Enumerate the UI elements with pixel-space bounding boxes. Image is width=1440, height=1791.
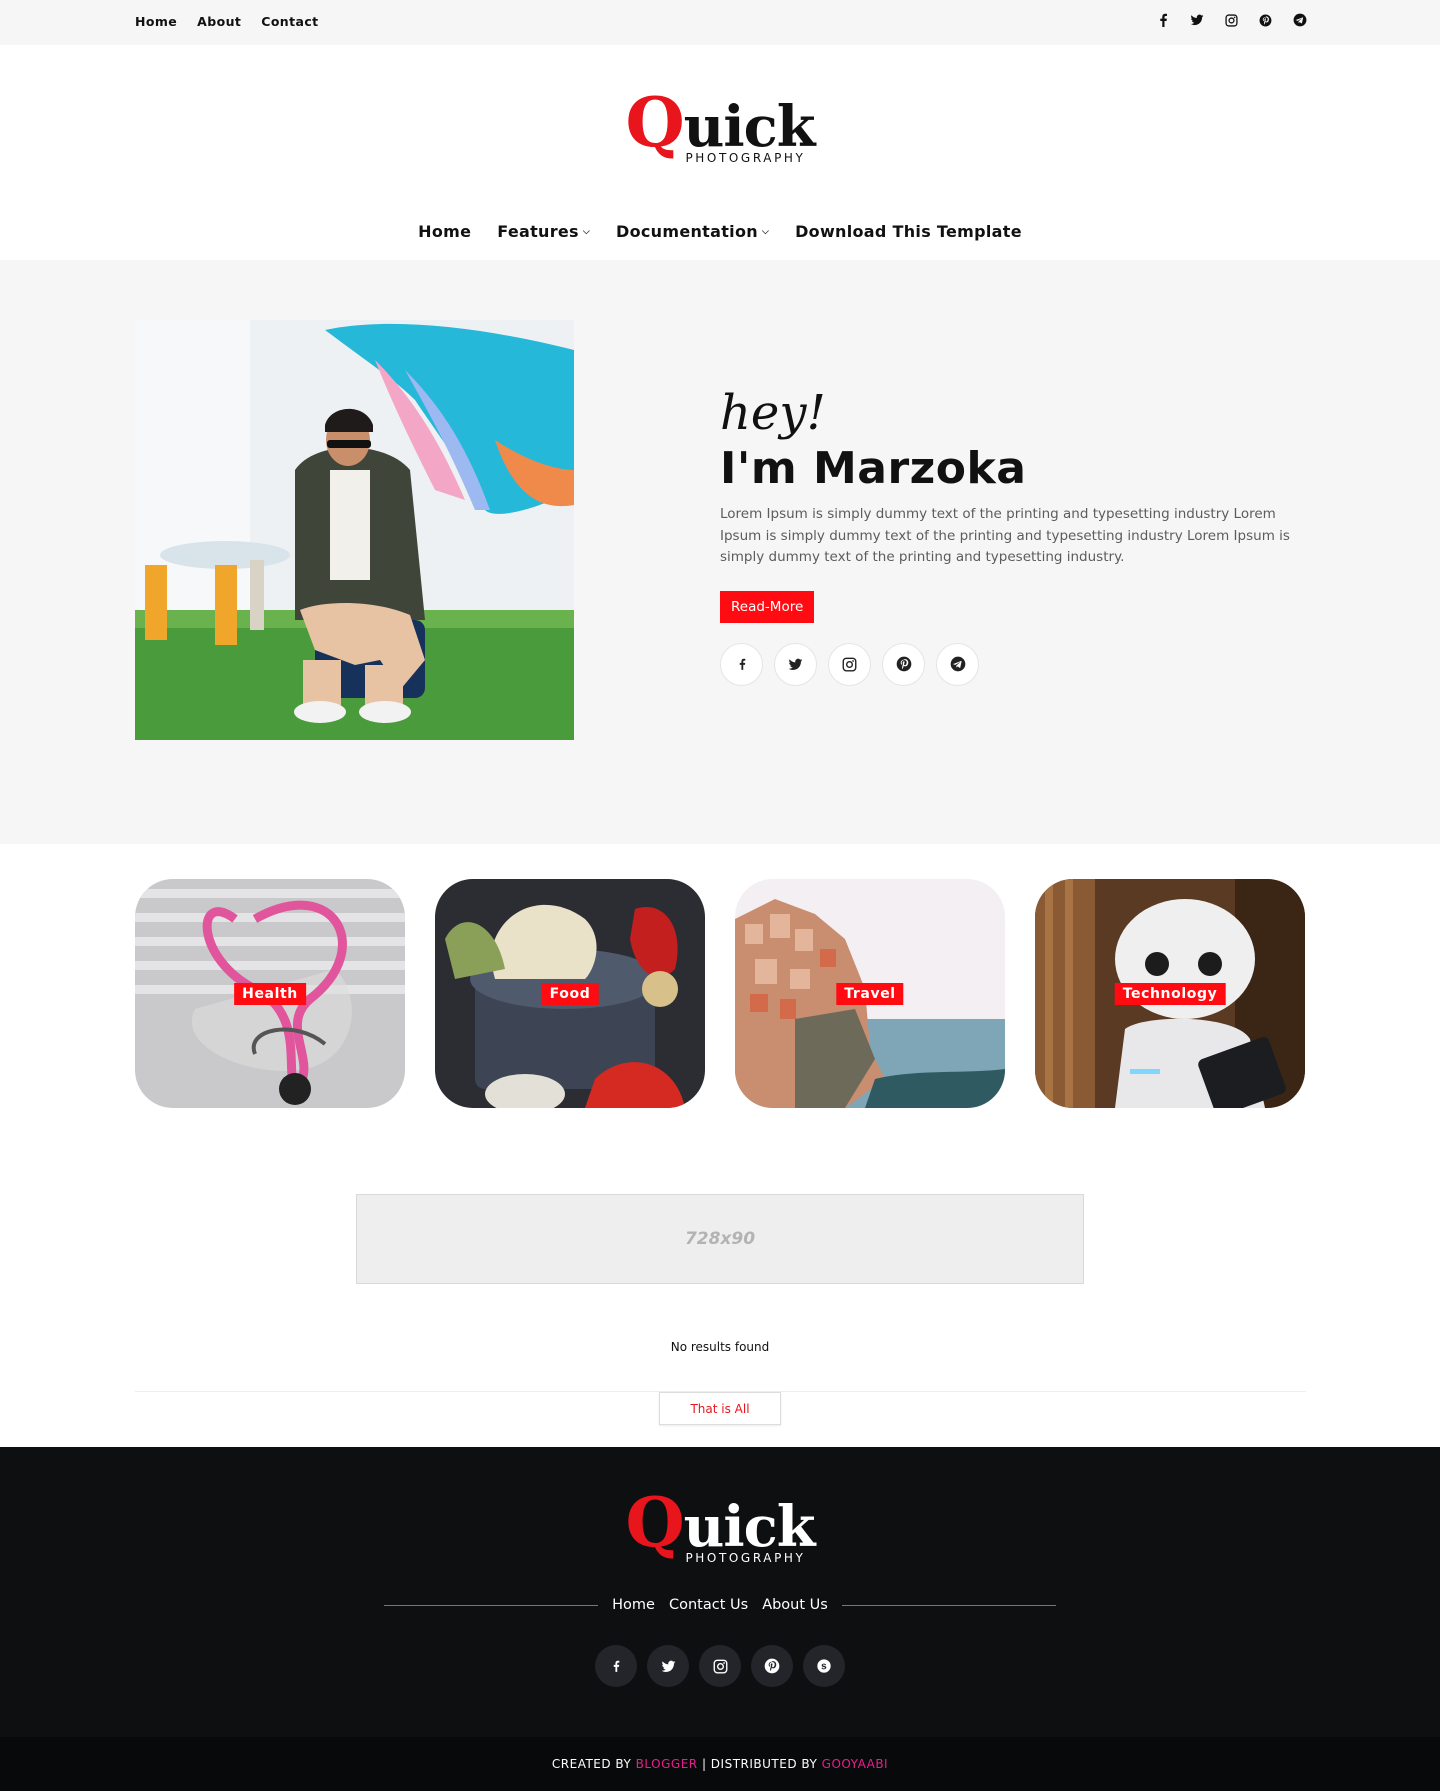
category-label-food: Food xyxy=(541,982,599,1005)
chevron-down-icon: ⌵ xyxy=(761,226,770,237)
nav-home-label: Home xyxy=(418,222,472,241)
footer-nav-line-left xyxy=(384,1604,599,1606)
category-label-technology: Technology xyxy=(1114,982,1226,1005)
category-card-health[interactable]: Health xyxy=(135,879,405,1108)
footer-link-contact-us[interactable]: Contact Us xyxy=(669,1597,748,1613)
facebook-icon[interactable] xyxy=(595,1645,637,1687)
footer-link-home[interactable]: Home xyxy=(612,1597,655,1613)
top-social-icons xyxy=(1157,13,1307,27)
twitter-icon[interactable] xyxy=(774,642,817,686)
chevron-down-icon: ⌵ xyxy=(582,226,591,237)
category-card-travel[interactable]: Travel xyxy=(735,879,1005,1108)
nav-documentation-label: Documentation xyxy=(616,222,758,241)
category-card-technology[interactable]: Technology xyxy=(1035,879,1305,1108)
credit-created-by: CREATED BY xyxy=(551,1757,632,1771)
main-navigation: Home Features ⌵ Documentation ⌵ Download T… xyxy=(0,222,1440,241)
footer-nav-line-right xyxy=(841,1604,1056,1606)
pinterest-icon[interactable] xyxy=(1259,13,1272,27)
site-logo[interactable]: Quick PHOTOGRAPHY xyxy=(625,89,815,165)
credit-blogger-link[interactable]: BLOGGER xyxy=(636,1757,698,1771)
ad-placeholder[interactable]: 728x90 xyxy=(356,1194,1084,1284)
twitter-icon[interactable] xyxy=(1190,13,1204,27)
nav-home[interactable]: Home xyxy=(418,222,471,241)
nav-features-label: Features xyxy=(497,222,579,241)
ad-size-label: 728x90 xyxy=(684,1229,756,1249)
category-label-health: Health xyxy=(234,982,306,1005)
pinterest-icon[interactable] xyxy=(882,642,925,686)
read-more-button[interactable]: Read-More xyxy=(720,590,815,623)
nav-features[interactable]: Features ⌵ xyxy=(497,222,590,241)
credit-gooyaabi-link[interactable]: GOOYAABI xyxy=(822,1757,888,1771)
hero-greeting: hey! xyxy=(720,385,826,441)
footer-navigation: Home Contact Us About Us xyxy=(0,1597,1440,1613)
top-link-about[interactable]: About xyxy=(197,14,241,29)
facebook-icon[interactable] xyxy=(720,642,763,686)
instagram-icon[interactable] xyxy=(1225,13,1238,27)
top-links: Home About Contact xyxy=(135,14,319,29)
pinterest-icon[interactable] xyxy=(751,1645,793,1687)
hero-section: hey! I'm Marzoka Lorem Ipsum is simply d… xyxy=(0,260,1440,844)
nav-documentation[interactable]: Documentation ⌵ xyxy=(616,222,769,241)
no-results-message: No results found xyxy=(670,1340,770,1354)
hero-name: I'm Marzoka xyxy=(720,443,1027,494)
logo-q: Q xyxy=(625,83,684,163)
category-card-food[interactable]: Food xyxy=(435,879,705,1108)
instagram-icon[interactable] xyxy=(699,1645,741,1687)
hero-text: hey! I'm Marzoka Lorem Ipsum is simply d… xyxy=(720,385,1300,686)
that-is-all-button[interactable]: That is All xyxy=(659,1392,781,1425)
credit-distributed-by: | DISTRIBUTED BY xyxy=(701,1757,818,1771)
skype-icon[interactable] xyxy=(803,1645,845,1687)
hero-description: Lorem Ipsum is simply dummy text of the … xyxy=(720,506,1290,565)
top-link-home[interactable]: Home xyxy=(135,14,177,29)
footer-logo-q: Q xyxy=(625,1483,684,1563)
copyright-bar: CREATED BY BLOGGER | DISTRIBUTED BY GOOY… xyxy=(0,1737,1440,1791)
top-bar: Home About Contact xyxy=(0,0,1440,45)
twitter-icon[interactable] xyxy=(647,1645,689,1687)
category-grid: Health Food Travel Technology xyxy=(135,879,1306,1108)
telegram-icon[interactable] xyxy=(1293,13,1307,27)
footer-logo[interactable]: Quick PHOTOGRAPHY xyxy=(625,1489,815,1565)
telegram-icon[interactable] xyxy=(936,642,979,686)
footer: Quick PHOTOGRAPHY Home Contact Us About … xyxy=(0,1447,1440,1791)
nav-download-template[interactable]: Download This Template xyxy=(795,222,1022,241)
top-link-contact[interactable]: Contact xyxy=(261,14,318,29)
nav-download-label: Download This Template xyxy=(795,222,1022,241)
footer-link-about-us[interactable]: About Us xyxy=(762,1597,828,1613)
hero-portrait-image xyxy=(135,320,574,740)
instagram-icon[interactable] xyxy=(828,642,871,686)
facebook-icon[interactable] xyxy=(1157,13,1169,27)
footer-social-links xyxy=(0,1645,1440,1687)
hero-social-links xyxy=(720,642,1300,686)
category-label-travel: Travel xyxy=(836,982,904,1005)
